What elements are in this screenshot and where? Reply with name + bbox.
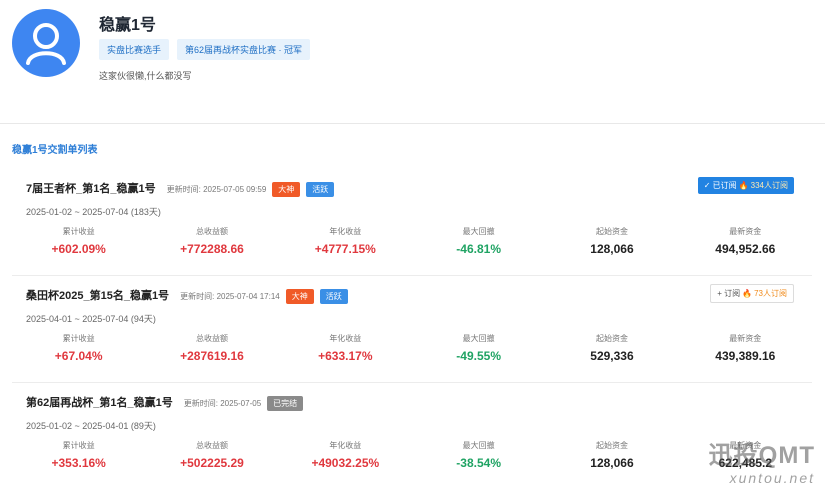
metrics-row: 累计收益 +602.09% 总收益额 +772288.66 年化收益 +4777.15…	[12, 226, 812, 256]
metric-label: 最大回撤	[462, 334, 495, 343]
metric-label: 最大回撤	[462, 441, 495, 450]
record-title[interactable]: 7届王者杯_第1名_稳赢1号 更新时间: 2025-07-05 09:59 大神…	[26, 180, 335, 197]
metric-label: 起始资金	[595, 227, 628, 236]
metric-total-profit: 总收益额 +502225.29	[145, 440, 278, 470]
metric-label: 累计收益	[62, 441, 95, 450]
metric-label: 总收益额	[195, 334, 228, 343]
metric-label: 最大回撤	[462, 227, 495, 236]
metric-label: 累计收益	[62, 334, 95, 343]
subscribed-button[interactable]: ✓ 已订阅 🔥 334人订阅	[697, 177, 794, 194]
metric-total-profit: 总收益额 +772288.66	[145, 226, 278, 256]
subscriber-count: 73人订阅	[754, 289, 787, 298]
subscribe-label: + 订阅	[717, 289, 741, 298]
tag-competitor: 实盘比赛选手	[99, 39, 170, 60]
tag-champion: 第62届再战杯实盘比赛 · 冠军	[177, 39, 311, 60]
metric-annual-return: 年化收益 +633.17%	[279, 333, 412, 363]
profile-tags: 实盘比赛选手 第62届再战杯实盘比赛 · 冠军	[99, 39, 311, 60]
metric-value: +772288.66	[180, 242, 244, 256]
metric-value: -49.55%	[456, 349, 501, 363]
avatar[interactable]	[12, 9, 80, 77]
flame-icon: 🔥	[742, 289, 753, 298]
metric-latest-capital: 最新资金 494,952.66	[679, 226, 812, 256]
record-title-text[interactable]: 7届王者杯_第1名_稳赢1号	[26, 183, 156, 195]
record-title-text[interactable]: 桑田杯2025_第15名_稳赢1号	[26, 290, 169, 302]
metric-value: +49032.25%	[311, 456, 380, 470]
profile-header: 稳赢1号 实盘比赛选手 第62届再战杯实盘比赛 · 冠军 这家伙很懒,什么都没写	[0, 0, 825, 124]
subscribe-label: ✓ 已订阅	[703, 181, 737, 190]
user-name: 稳赢1号	[99, 17, 156, 34]
metric-cumulative-return: 累计收益 +602.09%	[12, 226, 145, 256]
metric-label: 起始资金	[595, 441, 628, 450]
subscribe-button[interactable]: + 订阅 🔥 73人订阅	[710, 284, 794, 303]
badge-active: 活跃	[306, 182, 335, 197]
metric-total-profit: 总收益额 +287619.16	[145, 333, 278, 363]
metric-label: 年化收益	[329, 334, 362, 343]
metric-value: -46.81%	[456, 242, 501, 256]
record-title[interactable]: 桑田杯2025_第15名_稳赢1号 更新时间: 2025-07-04 17:14…	[26, 287, 348, 304]
metric-value: +4777.15%	[314, 242, 376, 256]
record-title-text[interactable]: 第62届再战杯_第1名_稳赢1号	[26, 397, 173, 409]
metric-value: 128,066	[590, 242, 634, 256]
record-title[interactable]: 第62届再战杯_第1名_稳赢1号 更新时间: 2025-07-05 已完结	[26, 394, 304, 411]
metric-value: +287619.16	[180, 349, 244, 363]
metric-value: -38.54%	[456, 456, 501, 470]
flame-icon: 🔥	[738, 181, 749, 190]
subscriber-count: 334人订阅	[750, 181, 788, 190]
date-range: 2025-01-02 ~ 2025-04-01 (89天)	[26, 421, 156, 431]
record-card[interactable]: 7届王者杯_第1名_稳赢1号 更新时间: 2025-07-05 09:59 大神…	[12, 170, 812, 276]
date-range: 2025-04-01 ~ 2025-07-04 (94天)	[26, 314, 156, 324]
update-time: 更新时间: 2025-07-04 17:14	[180, 292, 280, 301]
badge-finished: 已完结	[267, 396, 304, 411]
metric-max-drawdown: 最大回撤 -49.55%	[412, 333, 545, 363]
metric-value: 529,336	[590, 349, 634, 363]
watermark: 迅投QMT xuntou.net	[709, 435, 815, 486]
metric-value: 494,952.66	[715, 242, 776, 256]
metric-initial-capital: 起始资金 128,066	[545, 226, 678, 256]
metric-label: 总收益额	[195, 227, 228, 236]
metric-max-drawdown: 最大回撤 -38.54%	[412, 440, 545, 470]
metrics-row: 累计收益 +67.04% 总收益额 +287619.16 年化收益 +633.17% …	[12, 333, 812, 363]
section-title: 稳赢1号交割单列表	[12, 145, 98, 156]
metric-label: 起始资金	[595, 334, 628, 343]
user-icon	[26, 23, 66, 65]
record-card[interactable]: 第62届再战杯_第1名_稳赢1号 更新时间: 2025-07-05 已完结 20…	[12, 384, 812, 490]
metric-value: +633.17%	[318, 349, 373, 363]
metric-cumulative-return: 累计收益 +67.04%	[12, 333, 145, 363]
watermark-logo-text: 迅投QMT	[708, 442, 815, 469]
update-time: 更新时间: 2025-07-05 09:59	[166, 185, 267, 194]
metric-cumulative-return: 累计收益 +353.16%	[12, 440, 145, 470]
metric-value: 439,389.16	[715, 349, 776, 363]
metric-label: 累计收益	[62, 227, 95, 236]
metric-value: 128,066	[590, 456, 634, 470]
metric-label: 最新资金	[729, 334, 762, 343]
metric-value: +502225.29	[180, 456, 244, 470]
metric-initial-capital: 起始资金 529,336	[545, 333, 678, 363]
metric-max-drawdown: 最大回撤 -46.81%	[412, 226, 545, 256]
date-range: 2025-01-02 ~ 2025-07-04 (183天)	[26, 207, 161, 217]
watermark-url: xuntou.net	[729, 470, 815, 486]
metric-value: +353.16%	[51, 456, 106, 470]
metric-latest-capital: 最新资金 439,389.16	[679, 333, 812, 363]
badge-master: 大神	[272, 182, 301, 197]
badge-active: 活跃	[319, 289, 348, 304]
metric-value: +67.04%	[54, 349, 103, 363]
user-bio: 这家伙很懒,什么都没写	[99, 71, 192, 81]
metric-annual-return: 年化收益 +49032.25%	[279, 440, 412, 470]
metric-label: 年化收益	[329, 441, 362, 450]
update-time: 更新时间: 2025-07-05	[183, 399, 262, 408]
metric-initial-capital: 起始资金 128,066	[545, 440, 678, 470]
metric-label: 年化收益	[329, 227, 362, 236]
record-card[interactable]: 桑田杯2025_第15名_稳赢1号 更新时间: 2025-07-04 17:14…	[12, 277, 812, 383]
metric-value: +602.09%	[51, 242, 106, 256]
metric-label: 总收益额	[195, 441, 228, 450]
metric-label: 最新资金	[729, 227, 762, 236]
badge-master: 大神	[285, 289, 314, 304]
metric-annual-return: 年化收益 +4777.15%	[279, 226, 412, 256]
metrics-row: 累计收益 +353.16% 总收益额 +502225.29 年化收益 +49032.2…	[12, 440, 812, 470]
